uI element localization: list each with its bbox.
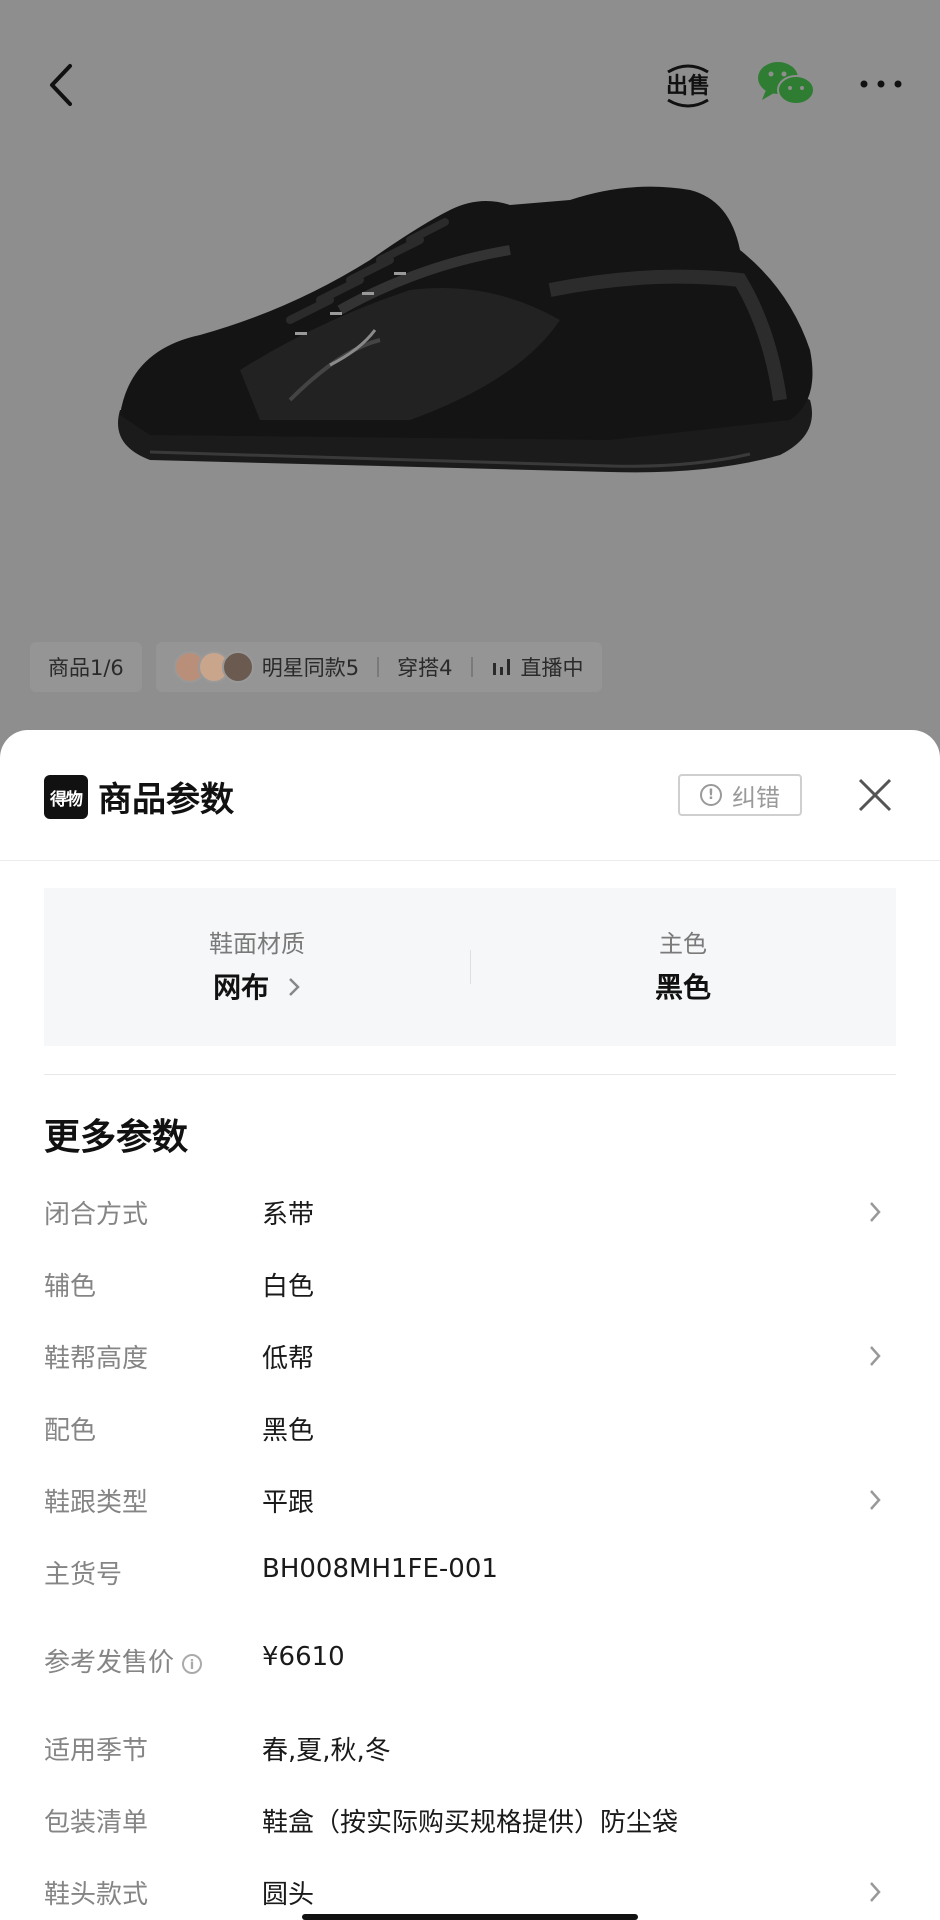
- dewu-logo: 得物: [44, 775, 88, 819]
- chevron-left-icon: [50, 64, 72, 106]
- param-row-style-code: 主货号 BH008MH1FE-001: [44, 1548, 896, 1598]
- chip-live[interactable]: 直播中: [473, 642, 602, 692]
- param-value: 白色: [262, 1272, 315, 1302]
- main-param-upper-material[interactable]: 鞋面材质 网布: [44, 888, 470, 1046]
- param-value: 春,夏,秋,冬: [262, 1736, 391, 1766]
- more-params-title: 更多参数: [44, 1117, 189, 1158]
- param-value: 黑色: [262, 1416, 315, 1446]
- info-icon[interactable]: i: [182, 1654, 203, 1674]
- param-label: 辅色: [44, 1272, 97, 1302]
- param-row-heel-type[interactable]: 鞋跟类型 平跟: [44, 1476, 896, 1526]
- param-row-secondary-color: 辅色 白色: [44, 1260, 896, 1310]
- chip-outfits-label: 穿搭4: [397, 656, 453, 680]
- product-image[interactable]: [90, 170, 850, 530]
- celebrity-avatars: [173, 651, 254, 683]
- param-row-colorway: 配色 黑色: [44, 1404, 896, 1454]
- main-param-value: 黑色: [654, 971, 711, 1004]
- product-params-sheet: 得物 商品参数 ! 纠错 鞋面材质 网布 主色 黑色 更多参数 闭合方式 系带 …: [0, 730, 940, 1920]
- param-value: 鞋盒（按实际购买规格提供）防尘袋: [262, 1808, 679, 1838]
- sheet-title: 商品参数: [98, 780, 234, 820]
- param-label: 配色: [44, 1416, 97, 1446]
- param-value: 低帮: [262, 1344, 315, 1374]
- chevron-right-icon: [870, 1346, 881, 1366]
- media-chips: 商品1/6 明星同款5 穿搭4 直播中: [30, 642, 602, 692]
- report-error-button[interactable]: ! 纠错: [678, 774, 802, 816]
- param-row-upper-height[interactable]: 鞋帮高度 低帮: [44, 1332, 896, 1382]
- chip-product-index[interactable]: 商品1/6: [30, 642, 142, 692]
- chevron-right-icon: [288, 978, 300, 996]
- param-value: 平跟: [262, 1488, 315, 1518]
- live-bars-icon: [492, 659, 510, 675]
- param-label: 鞋帮高度: [44, 1344, 149, 1374]
- main-param-main-color: 主色 黑色: [470, 888, 896, 1046]
- chevron-right-icon: [870, 1882, 881, 1902]
- sell-icon: 出售: [666, 64, 710, 108]
- chip-live-label: 直播中: [520, 656, 584, 680]
- param-label: 包装清单: [44, 1808, 149, 1838]
- wechat-share-button[interactable]: [756, 58, 816, 110]
- sheet-header: 得物 商品参数 ! 纠错: [0, 730, 940, 861]
- home-indicator: [302, 1914, 638, 1920]
- chip-celebrity[interactable]: 明星同款5: [156, 642, 377, 692]
- exclamation-icon: !: [700, 784, 722, 806]
- chip-group: 明星同款5 穿搭4 直播中: [155, 642, 602, 692]
- product-hero: 出售 商品1/6 明星同款5 穿搭4 直播中: [0, 0, 940, 740]
- main-param-label: 鞋面材质: [209, 930, 305, 958]
- close-icon: [858, 778, 892, 812]
- top-navigation-bar: 出售: [0, 40, 940, 130]
- more-dots-icon: [860, 80, 902, 88]
- param-label: 鞋跟类型: [44, 1488, 149, 1518]
- report-error-label: 纠错: [732, 783, 780, 812]
- more-options-button[interactable]: [856, 64, 906, 104]
- param-value: ¥6610: [262, 1642, 345, 1672]
- section-divider: [44, 1074, 896, 1075]
- chip-celebrity-label: 明星同款5: [261, 656, 360, 680]
- chevron-right-icon: [870, 1202, 881, 1222]
- param-label: 闭合方式: [44, 1200, 149, 1230]
- back-button[interactable]: [38, 60, 88, 110]
- close-button[interactable]: [854, 774, 896, 816]
- main-param-label: 主色: [659, 930, 707, 958]
- chevron-right-icon: [870, 1490, 881, 1510]
- param-label: 参考发售价 i: [44, 1642, 203, 1679]
- param-row-toe-style[interactable]: 鞋头款式 圆头: [44, 1868, 896, 1918]
- param-label: 适用季节: [44, 1736, 149, 1766]
- svg-text:出售: 出售: [666, 73, 710, 99]
- param-value: 圆头: [262, 1880, 315, 1910]
- sell-button[interactable]: 出售: [660, 58, 716, 114]
- avatar: [221, 651, 254, 683]
- param-row-package: 包装清单 鞋盒（按实际购买规格提供）防尘袋: [44, 1796, 896, 1846]
- param-row-season: 适用季节 春,夏,秋,冬: [44, 1724, 896, 1774]
- chip-product-index-label: 商品1/6: [48, 656, 124, 680]
- param-value: 系带: [262, 1200, 315, 1230]
- param-label: 主货号: [44, 1560, 123, 1590]
- wechat-icon: [758, 62, 815, 105]
- main-param-value: 网布: [44, 966, 470, 1006]
- param-label: 鞋头款式: [44, 1880, 149, 1910]
- chip-outfits[interactable]: 穿搭4: [379, 642, 470, 692]
- param-value: BH008MH1FE-001: [262, 1554, 498, 1584]
- param-row-closure[interactable]: 闭合方式 系带: [44, 1188, 896, 1238]
- param-row-retail-price: 参考发售价 i ¥6610: [44, 1636, 896, 1686]
- main-params-card: 鞋面材质 网布 主色 黑色: [44, 888, 896, 1046]
